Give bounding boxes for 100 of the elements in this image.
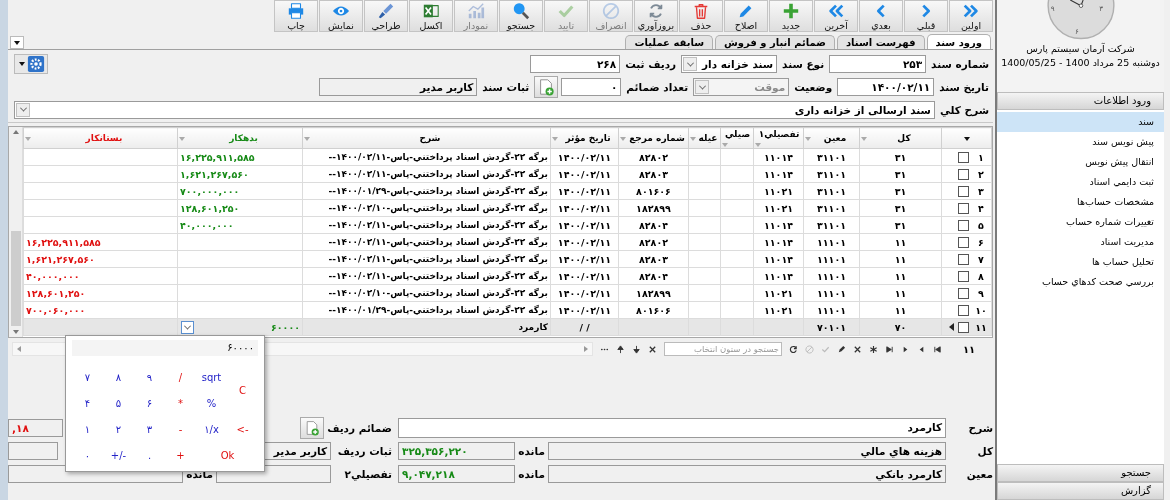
toolbar-button[interactable]: اصلاح	[724, 0, 768, 32]
menu-item[interactable]: سند	[997, 112, 1164, 132]
table-cell: ۱۱۱۰۱	[803, 233, 860, 251]
toolbar-button[interactable]: بروزآوري	[634, 0, 678, 32]
table-cell: ۱۱۰۱۴	[753, 148, 804, 166]
menu-item[interactable]: مشخصات حساب‌ها	[997, 192, 1164, 212]
column-header[interactable]: معين	[803, 127, 860, 149]
toolbar-button[interactable]: چاپ	[274, 0, 318, 32]
toolbar-button[interactable]: آخرين	[814, 0, 858, 32]
calculator-key[interactable]: -	[165, 416, 196, 442]
section-header[interactable]: ورود اطلاعات	[997, 92, 1164, 110]
search-field[interactable]: جستجو در ستون انتخاب	[664, 342, 782, 356]
calculator-key[interactable]: .	[134, 442, 165, 468]
table-cell: ۱۶,۲۲۵,۹۱۱,۵۸۵	[177, 148, 303, 166]
row-description-field[interactable]: كارمرد	[398, 418, 946, 438]
table-cell: ۱۴۰۰/۰۲/۱۱	[550, 250, 619, 268]
calculator-key[interactable]: ۷	[72, 364, 103, 390]
column-header[interactable]: كل	[859, 127, 942, 149]
calculator-key[interactable]: ۵	[103, 390, 134, 416]
calculator-key[interactable]: +/-	[103, 442, 134, 468]
field-label: ضمائم رديف	[327, 422, 392, 434]
calculator-key[interactable]: ۲	[103, 416, 134, 442]
tab[interactable]: سابقه عمليات	[625, 35, 714, 49]
menu-item[interactable]: مديريت اسناد	[997, 232, 1164, 252]
table-cell: ۱۴۰۰/۰۲/۱۱	[550, 233, 619, 251]
table-cell: ۱۲۸,۶۰۱,۲۵۰	[177, 199, 303, 217]
row-number-cell: ۶	[941, 233, 992, 251]
column-header[interactable]: بستانكار	[23, 127, 178, 149]
toolbar-button[interactable]: اكسل	[409, 0, 453, 32]
table-cell: برگه ۲۲-گردش اسناد پرداختني-پاس-۱۴۰۰/۰۱/۲۹--	[302, 182, 551, 200]
table-cell: برگه ۲۲-گردش اسناد پرداختني-پاس-۱۴۰۰/۰۲/۱۱--	[302, 216, 551, 234]
table-cell: ۴۰,۰۰۰,۰۰۰	[23, 267, 178, 285]
calculator-key[interactable]: *	[165, 390, 196, 416]
column-header[interactable]: عيله	[688, 127, 721, 149]
table-cell: ۷۰۰,۰۶۰,۰۰۰	[23, 301, 178, 319]
row-number-cell: ۹	[941, 284, 992, 302]
menu-item[interactable]: انتقال پيش نويس	[997, 152, 1164, 172]
toolbar-button[interactable]: نمايش	[319, 0, 363, 32]
table-cell: برگه ۲۲-گردش اسناد پرداختني-پاس-۱۴۰۰/۰۱/۲۹--	[302, 301, 551, 319]
calculator-key[interactable]: ۶	[134, 390, 165, 416]
table-cell: ۱۶,۲۲۵,۹۱۱,۵۸۵	[23, 233, 178, 251]
field-label: معين	[965, 468, 993, 480]
tab[interactable]: ورود سند	[926, 34, 991, 49]
toolbar-button[interactable]: حذف	[679, 0, 723, 32]
field-label: نوع سند	[781, 58, 826, 70]
column-header[interactable]: بدهكار	[177, 127, 303, 149]
toolbar-button[interactable]: اولين	[949, 0, 993, 32]
toolbar-button[interactable]: قبلي	[904, 0, 948, 32]
table-cell: ۱۱۰۲۱	[753, 199, 804, 217]
toolbar-button[interactable]: بعدي	[859, 0, 903, 32]
toolbar-button[interactable]: جديد	[769, 0, 813, 32]
table-cell: ۴۰,۰۰۰,۰۰۰	[177, 216, 303, 234]
table-cell: ۱۱	[859, 233, 942, 251]
table-cell: ۸۲۸۰۲	[618, 233, 689, 251]
table-cell: ۸۰۱۶۰۶	[618, 182, 689, 200]
calculator-key[interactable]: ۹	[134, 364, 165, 390]
tab[interactable]: فهرست اسناد	[837, 35, 925, 49]
menu-item[interactable]: بررسي صحت كدهاي حساب	[997, 272, 1164, 292]
table-cell: ۳۱	[859, 182, 942, 200]
document-date-field[interactable]: ۱۴۰۰/۰۲/۱۱	[837, 78, 935, 96]
calculator-key[interactable]: ۰	[72, 442, 103, 468]
tab[interactable]: ضمائم انبار و فروش	[715, 35, 835, 49]
section-header[interactable]: جستجو	[997, 464, 1164, 482]
table-cell: ۱۱۰۱۴	[753, 165, 804, 183]
calculator-key[interactable]: ۳	[134, 416, 165, 442]
document-type-dropdown[interactable]: سند خزانه دار	[681, 55, 778, 73]
table-cell: ۸۲۸۰۳	[618, 250, 689, 268]
menu-item[interactable]: ثبت دايمي اسناد	[997, 172, 1164, 192]
toolbar-button[interactable]: جستجو	[499, 0, 543, 32]
table-cell: ۳۱۱۰۱	[803, 199, 860, 217]
menu-item[interactable]: تغييرات شماره حساب	[997, 212, 1164, 232]
menu-item[interactable]: پيش نويس سند	[997, 132, 1164, 152]
table-cell: ۱۱۰۲۱	[753, 284, 804, 302]
attachments-count-field[interactable]: ۰	[561, 78, 622, 96]
calculator-key[interactable]: +	[165, 442, 196, 468]
calculator-key[interactable]: ۸	[103, 364, 134, 390]
column-header[interactable]: صيلي	[720, 127, 754, 149]
calculator-key[interactable]: <-	[227, 416, 258, 442]
calculator-key[interactable]: sqrt	[196, 364, 227, 390]
toolbar-button[interactable]: طراحي	[364, 0, 408, 32]
calculator-key[interactable]: ۱/x	[196, 416, 227, 442]
registry-row-field[interactable]: ۲۶۸	[530, 55, 621, 73]
column-header[interactable]: تاريخ مؤثر	[550, 127, 619, 149]
section-header[interactable]: گزارش	[997, 482, 1164, 500]
menu-item[interactable]: تحليل حساب ها	[997, 252, 1164, 272]
description-dropdown[interactable]: سند ارسالي از خزانه داري	[14, 100, 935, 119]
table-cell: ۳۱	[859, 165, 942, 183]
table-cell: ۱۱	[859, 267, 942, 285]
document-number-field[interactable]: ۲۵۳	[829, 55, 927, 73]
table-cell: برگه ۲۲-گردش اسناد پرداختني-پاس-۱۴۰۰/۰۲/۱۰--	[302, 284, 551, 302]
calculator-key[interactable]: /	[165, 364, 196, 390]
calculator-key[interactable]: ۱	[72, 416, 103, 442]
table-cell: ۱۲۸,۶۰۱,۲۵۰	[23, 284, 178, 302]
column-header[interactable]: شرح	[302, 127, 551, 149]
calculator-key[interactable]: %	[196, 390, 227, 416]
calculator-key[interactable]: C	[227, 377, 258, 403]
table-cell: ۱۱۰۱۴	[753, 216, 804, 234]
column-header[interactable]: شماره مرجع	[618, 127, 689, 149]
column-header[interactable]: تفصيلي۱	[753, 127, 804, 149]
calculator-key[interactable]: ۴	[72, 390, 103, 416]
